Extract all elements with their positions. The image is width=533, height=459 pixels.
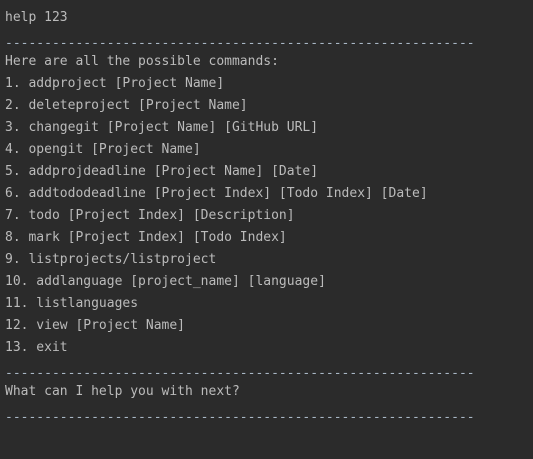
command-item: 7. todo [Project Index] [Description] <box>5 208 295 223</box>
command-item: 2. deleteproject [Project Name] <box>5 98 248 113</box>
separator-line: ----------------------------------------… <box>5 410 475 425</box>
command-item: 9. listprojects/listproject <box>5 252 217 267</box>
command-item: 11. listlanguages <box>5 296 139 311</box>
command-item: 12. view [Project Name] <box>5 318 186 333</box>
command-item: 3. changegit [Project Name] [GitHub URL] <box>5 120 319 135</box>
next-prompt-text: What can I help you with next? <box>5 384 240 399</box>
top-separator: ----------------------------------------… <box>5 0 475 5</box>
help-intro-text: Here are all the possible commands: <box>5 54 279 69</box>
command-item: 5. addprojdeadline [Project Name] [Date] <box>5 164 319 179</box>
command-item: 4. opengit [Project Name] <box>5 142 201 157</box>
command-item: 10. addlanguage [project_name] [language… <box>5 274 326 289</box>
command-item: 13. exit <box>5 340 68 355</box>
command-item: 6. addtododeadline [Project Index] [Todo… <box>5 186 428 201</box>
user-input-line: help 123 <box>5 10 68 25</box>
command-item: 8. mark [Project Index] [Todo Index] <box>5 230 287 245</box>
console-output: ----------------------------------------… <box>0 0 533 459</box>
command-item: 1. addproject [Project Name] <box>5 76 225 91</box>
